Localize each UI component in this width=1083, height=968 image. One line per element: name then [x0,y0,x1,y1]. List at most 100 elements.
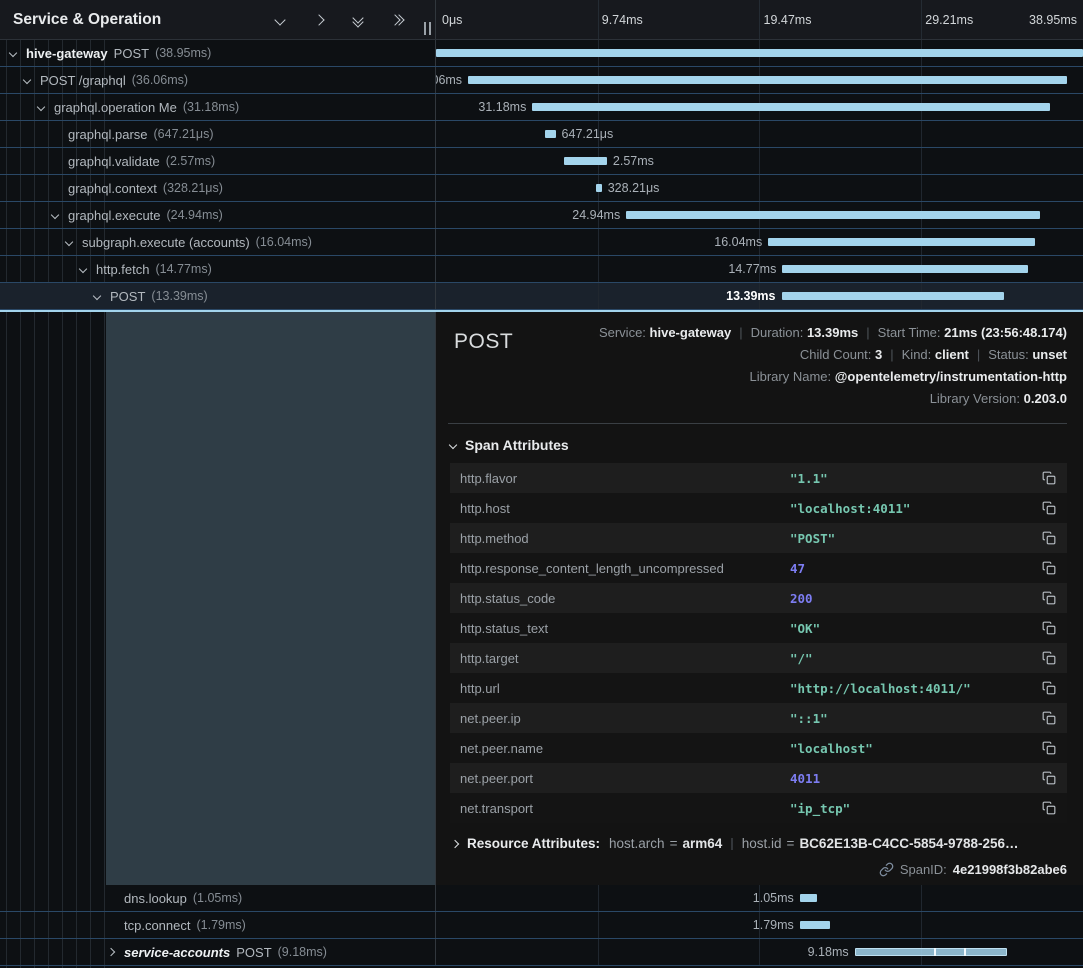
span-meta-line: Library Version: 0.203.0 [599,388,1067,410]
bar-duration-label: 1.79ms [747,918,800,932]
span-bar[interactable] [545,130,556,138]
span-bar[interactable] [532,103,1050,111]
waterfall-cell: 24.94ms [436,202,1083,228]
service-name: service-accounts [124,945,230,960]
copy-icon[interactable] [1040,770,1057,787]
copy-icon[interactable] [1040,680,1057,697]
span-bar[interactable] [782,265,1027,273]
meta-value: 13.39ms [807,325,858,340]
waterfall-cell: 647.21μs [436,121,1083,147]
attribute-row: http.method"POST" [450,523,1067,553]
span-row[interactable]: subgraph.execute (accounts)(16.04ms)16.0… [0,229,1083,256]
span-row[interactable]: service-accountsPOST(9.18ms)9.18ms [0,939,1083,966]
span-row[interactable]: POST(13.39ms)13.39ms [0,283,1083,310]
span-detail-header: POST Service: hive-gateway|Duration: 13.… [448,322,1067,410]
attribute-value: "/" [790,651,1040,666]
span-bar[interactable] [468,76,1067,84]
attribute-row: net.peer.ip"::1" [450,703,1067,733]
span-row[interactable]: POST /graphql(36.06ms)36.06ms [0,67,1083,94]
bar-duration-label: 9.18ms [802,945,855,959]
meta-label: Status: [988,347,1032,362]
attribute-value: "http://localhost:4011/" [790,681,1040,696]
attribute-key: net.peer.port [460,771,790,786]
resource-attributes-row[interactable]: Resource Attributes: host.arch=arm64|hos… [452,837,1067,850]
link-icon[interactable] [879,862,894,877]
span-row[interactable]: tcp.connect(1.79ms)1.79ms [0,912,1083,939]
waterfall-cell: 9.18ms [436,939,1083,965]
attribute-value: "ip_tcp" [790,801,1040,816]
selected-span-fill [106,312,435,885]
span-duration: (647.21μs) [154,127,214,141]
bar-duration-label: 647.21μs [556,127,620,141]
span-row[interactable]: graphql.operation Me(31.18ms)31.18ms [0,94,1083,121]
attribute-row: net.peer.name"localhost" [450,733,1067,763]
expand-span-icon[interactable] [104,949,118,955]
collapse-span-icon[interactable] [62,239,76,245]
collapse-span-icon[interactable] [48,212,62,218]
span-row[interactable]: http.fetch(14.77ms)14.77ms [0,256,1083,283]
span-bar[interactable] [596,184,601,192]
span-bar[interactable] [436,49,1083,57]
meta-value: unset [1032,347,1067,362]
span-duration: (14.77ms) [155,262,211,276]
attribute-key: http.status_code [460,591,790,606]
attribute-value: "::1" [790,711,1040,726]
span-bar[interactable] [800,894,817,902]
detail-left-spacer [0,312,436,885]
copy-icon[interactable] [1040,650,1057,667]
collapse-span-icon[interactable] [20,77,34,83]
span-attributes-title: Span Attributes [465,437,569,453]
meta-label: Start Time: [878,325,944,340]
span-row[interactable]: graphql.execute(24.94ms)24.94ms [0,202,1083,229]
expand-all-icon[interactable] [389,12,405,28]
operation-name: tcp.connect [124,918,191,933]
span-duration: (36.06ms) [132,73,188,87]
operation-name: graphql.validate [68,154,160,169]
span-attributes-header[interactable]: Span Attributes [450,437,1067,453]
attribute-row: http.response_content_length_uncompresse… [450,553,1067,583]
panel-resize-handle[interactable] [424,22,431,35]
span-bar[interactable] [800,921,830,929]
copy-icon[interactable] [1040,530,1057,547]
axis-tick: 9.74ms [602,13,643,27]
bar-duration-label: 31.18ms [472,100,532,114]
resource-value: BC62E13B-C4CC-5854-9788-256… [799,837,1018,850]
equals-sign: = [787,837,795,850]
span-bar[interactable] [564,157,607,165]
chevron-down-icon[interactable] [272,12,288,28]
span-row[interactable]: graphql.context(328.21μs)328.21μs [0,175,1083,202]
span-row[interactable]: graphql.parse(647.21μs)647.21μs [0,121,1083,148]
span-row[interactable]: dns.lookup(1.05ms)1.05ms [0,885,1083,912]
timeline-axis: 0μs9.74ms19.47ms29.21ms38.95ms [436,0,1083,39]
collapse-span-icon[interactable] [34,104,48,110]
span-bar[interactable] [768,238,1034,246]
span-row[interactable]: hive-gatewayPOST(38.95ms) [0,40,1083,67]
span-bar[interactable] [782,292,1004,300]
copy-icon[interactable] [1040,560,1057,577]
bar-duration-label: 24.94ms [566,208,626,222]
span-bar[interactable] [626,211,1040,219]
copy-icon[interactable] [1040,620,1057,637]
copy-icon[interactable] [1040,800,1057,817]
copy-icon[interactable] [1040,470,1057,487]
separator: | [730,837,734,850]
equals-sign: = [670,837,678,850]
chevron-right-icon[interactable] [311,12,327,28]
collapse-span-icon[interactable] [90,293,104,299]
collapse-all-icon[interactable] [350,12,366,28]
copy-icon[interactable] [1040,500,1057,517]
meta-label: Library Name: [750,369,835,384]
copy-icon[interactable] [1040,740,1057,757]
collapse-span-icon[interactable] [76,266,90,272]
copy-icon[interactable] [1040,590,1057,607]
copy-icon[interactable] [1040,710,1057,727]
attribute-row: http.target"/" [450,643,1067,673]
collapse-span-icon[interactable] [6,50,20,56]
span-bar[interactable] [855,948,1007,956]
span-row[interactable]: graphql.validate(2.57ms)2.57ms [0,148,1083,175]
attribute-value: "localhost:4011" [790,501,1040,516]
span-id-row: SpanID: 4e21998f3b82abe6 [448,862,1067,877]
waterfall-cell: 1.05ms [436,885,1083,911]
span-duration: (31.18ms) [183,100,239,114]
span-duration: (16.04ms) [256,235,312,249]
